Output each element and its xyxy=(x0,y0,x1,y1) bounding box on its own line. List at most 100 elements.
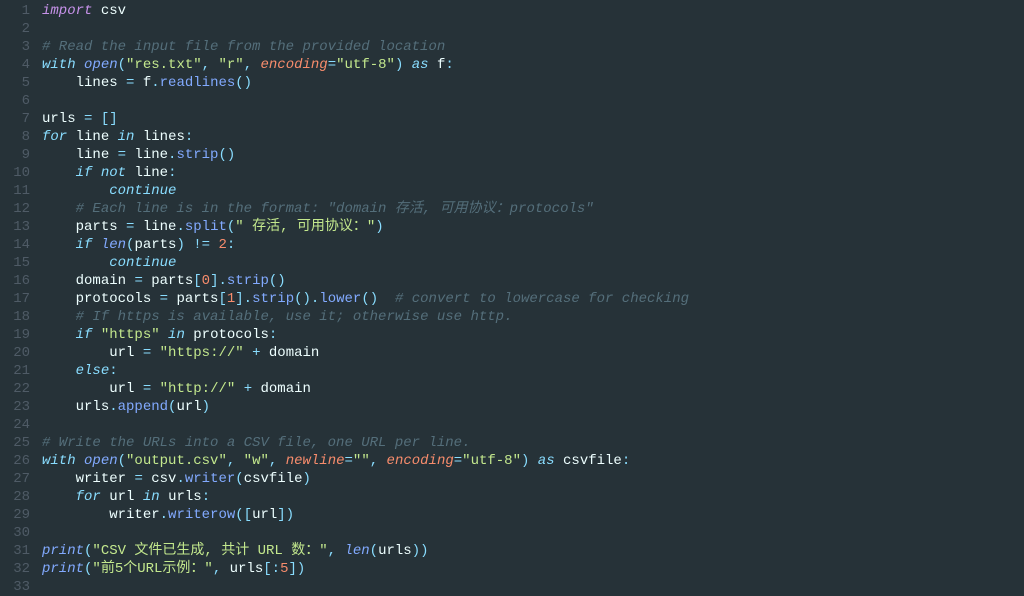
token-kw-op: = xyxy=(328,57,336,73)
token-ident: line xyxy=(76,147,110,163)
code-line[interactable]: writer = csv.writer(csvfile) xyxy=(42,470,1024,488)
token-plain xyxy=(92,3,100,19)
code-editor[interactable]: 1234567891011121314151617181920212223242… xyxy=(0,0,1024,591)
token-builtin: open xyxy=(84,57,118,73)
token-ident: csvfile xyxy=(244,471,303,487)
token-ident: urls xyxy=(168,489,202,505)
token-plain xyxy=(42,489,76,505)
token-plain xyxy=(42,399,76,415)
code-line[interactable]: if len(parts) != 2: xyxy=(42,236,1024,254)
code-line[interactable]: # Read the input file from the provided … xyxy=(42,38,1024,56)
token-kw-op: )) xyxy=(412,543,429,559)
token-plain xyxy=(109,147,117,163)
token-plain xyxy=(42,165,76,181)
token-ident: parts xyxy=(151,273,193,289)
token-ident: parts xyxy=(76,219,118,235)
token-kw-op: = xyxy=(160,291,168,307)
code-line[interactable]: with open("output.csv", "w", newline="",… xyxy=(42,452,1024,470)
token-kw-flow: continue xyxy=(109,183,176,199)
token-ident: line xyxy=(134,147,168,163)
line-number: 13 xyxy=(0,218,30,236)
code-line[interactable]: with open("res.txt", "r", encoding="utf-… xyxy=(42,56,1024,74)
token-kw-op: () xyxy=(218,147,235,163)
code-line[interactable]: print("CSV 文件已生成, 共计 URL 数：", len(urls)) xyxy=(42,542,1024,560)
line-number: 24 xyxy=(0,416,30,434)
line-number: 10 xyxy=(0,164,30,182)
line-number: 30 xyxy=(0,524,30,542)
code-line[interactable]: url = "https://" + domain xyxy=(42,344,1024,362)
token-plain xyxy=(134,489,142,505)
token-kw-op: . xyxy=(151,75,159,91)
token-kw-op: = xyxy=(134,471,142,487)
token-kw-flow: in xyxy=(168,327,185,343)
token-plain xyxy=(76,57,84,73)
line-number: 23 xyxy=(0,398,30,416)
token-string: "res.txt" xyxy=(126,57,202,73)
token-kw-op: ]. xyxy=(235,291,252,307)
token-plain xyxy=(185,327,193,343)
token-plain xyxy=(42,507,109,523)
token-string: "https://" xyxy=(160,345,244,361)
token-plain xyxy=(252,381,260,397)
code-line[interactable]: protocols = parts[1].strip().lower() # c… xyxy=(42,290,1024,308)
token-plain xyxy=(134,219,142,235)
code-line[interactable]: if not line: xyxy=(42,164,1024,182)
token-kw-flow: with xyxy=(42,57,76,73)
token-kw-flow: if xyxy=(76,237,93,253)
token-kw-flow: as xyxy=(412,57,429,73)
line-number: 11 xyxy=(0,182,30,200)
token-ident: f xyxy=(143,75,151,91)
token-plain xyxy=(42,327,76,343)
token-kw-op: = xyxy=(454,453,462,469)
code-line[interactable]: # If https is available, use it; otherwi… xyxy=(42,308,1024,326)
code-line[interactable]: parts = line.split(" 存活, 可用协议：") xyxy=(42,218,1024,236)
code-area[interactable]: import csv # Read the input file from the… xyxy=(42,0,1024,591)
code-line[interactable]: urls = [] xyxy=(42,110,1024,128)
code-line[interactable]: domain = parts[0].strip() xyxy=(42,272,1024,290)
token-builtin: print xyxy=(42,561,84,577)
line-number: 33 xyxy=(0,578,30,596)
token-ident: csvfile xyxy=(563,453,622,469)
code-line[interactable]: import csv xyxy=(42,2,1024,20)
code-line[interactable] xyxy=(42,92,1024,110)
code-line[interactable]: if "https" in protocols: xyxy=(42,326,1024,344)
code-line[interactable]: # Each line is in the format: "domain 存活… xyxy=(42,200,1024,218)
code-line[interactable] xyxy=(42,524,1024,542)
token-ident: urls xyxy=(42,111,76,127)
token-param: encoding xyxy=(387,453,454,469)
token-builtin: print xyxy=(42,543,84,559)
code-line[interactable]: continue xyxy=(42,254,1024,272)
code-line[interactable]: for line in lines: xyxy=(42,128,1024,146)
line-number: 3 xyxy=(0,38,30,56)
token-plain xyxy=(244,345,252,361)
code-line[interactable]: else: xyxy=(42,362,1024,380)
token-kw-op: , xyxy=(227,453,244,469)
code-line[interactable]: # Write the URLs into a CSV file, one UR… xyxy=(42,434,1024,452)
code-line[interactable]: writer.writerow([url]) xyxy=(42,506,1024,524)
code-line[interactable] xyxy=(42,416,1024,434)
token-kw-op: , xyxy=(213,561,230,577)
code-line[interactable]: line = line.strip() xyxy=(42,146,1024,164)
token-plain xyxy=(151,345,159,361)
token-ident: url xyxy=(176,399,201,415)
code-line[interactable]: continue xyxy=(42,182,1024,200)
token-plain xyxy=(92,327,100,343)
token-kw-op: : xyxy=(269,327,277,343)
token-comment: # Read the input file from the provided … xyxy=(42,39,445,55)
line-number: 7 xyxy=(0,110,30,128)
token-kw-flow: for xyxy=(42,129,67,145)
code-line[interactable]: url = "http://" + domain xyxy=(42,380,1024,398)
token-kw-op: [: xyxy=(263,561,280,577)
token-plain xyxy=(101,489,109,505)
code-line[interactable]: print("前5个URL示例：", urls[:5]) xyxy=(42,560,1024,578)
code-line[interactable] xyxy=(42,20,1024,38)
code-line[interactable]: for url in urls: xyxy=(42,488,1024,506)
token-ident: url xyxy=(109,345,134,361)
code-line[interactable]: lines = f.readlines() xyxy=(42,74,1024,92)
token-plain xyxy=(134,345,142,361)
code-line[interactable]: urls.append(url) xyxy=(42,398,1024,416)
token-kw-flow: not xyxy=(101,165,126,181)
code-line[interactable] xyxy=(42,578,1024,596)
token-plain xyxy=(67,129,75,145)
token-ident: writer xyxy=(109,507,159,523)
